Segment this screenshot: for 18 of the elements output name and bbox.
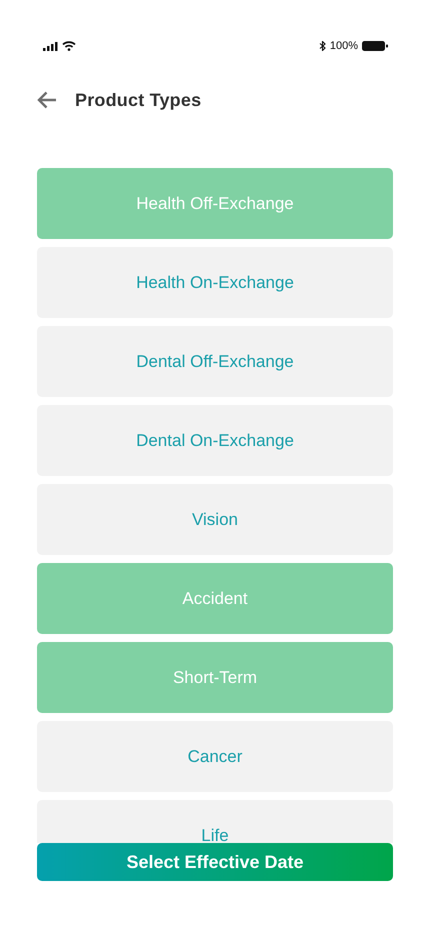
select-effective-date-button[interactable]: Select Effective Date [37,843,393,881]
product-type-option[interactable]: Health On-Exchange [37,247,393,318]
product-type-option[interactable]: Cancer [37,721,393,792]
page-title: Product Types [75,90,202,110]
product-type-option[interactable]: Dental On-Exchange [37,405,393,476]
signal-icon [43,42,58,50]
battery-icon [362,41,388,51]
product-type-option[interactable]: Short-Term [37,642,393,713]
product-type-option[interactable]: Life [37,800,393,843]
product-type-option[interactable]: Vision [37,484,393,555]
wifi-icon [62,41,76,51]
product-type-option[interactable]: Dental Off-Exchange [37,326,393,397]
bluetooth-icon [318,41,326,51]
product-type-option[interactable]: Accident [37,563,393,634]
back-button[interactable] [37,91,57,109]
battery-percent: 100% [330,40,358,52]
back-arrow-icon [37,91,57,109]
product-type-option[interactable]: Health Off-Exchange [37,168,393,239]
